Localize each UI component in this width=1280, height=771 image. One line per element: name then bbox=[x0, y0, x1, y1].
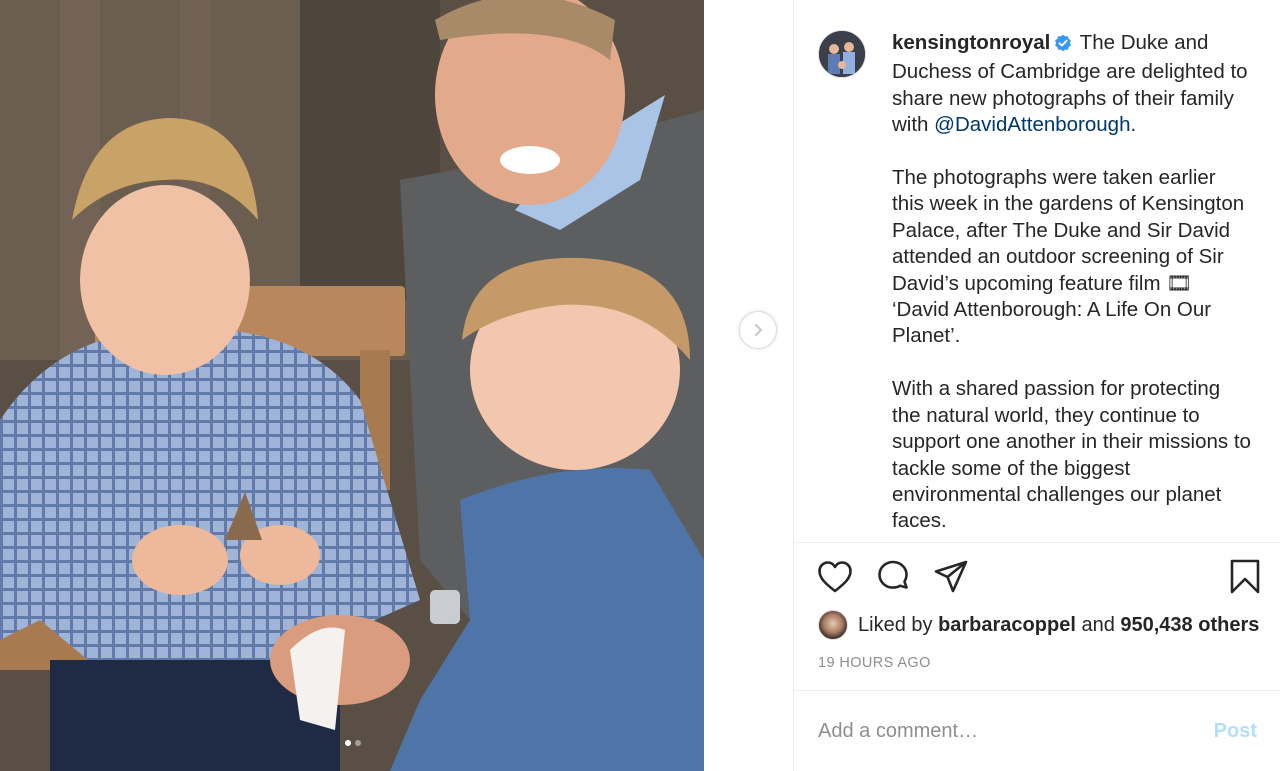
caption-paragraph-3: With a shared passion for protecting the… bbox=[892, 377, 1257, 533]
photo-illustration bbox=[0, 0, 704, 771]
avatar-image bbox=[819, 31, 865, 77]
likes-count[interactable]: 950,438 others bbox=[1120, 614, 1259, 637]
caption-username[interactable]: kensingtonroyal bbox=[892, 31, 1050, 54]
post-photo[interactable] bbox=[0, 0, 704, 771]
carousel-dot bbox=[355, 740, 361, 746]
caption-scroll-area[interactable]: kensingtonroyal The Duke and Duchess of … bbox=[794, 0, 1280, 542]
carousel-dot-active bbox=[345, 740, 351, 746]
author-avatar[interactable] bbox=[818, 30, 866, 78]
likes-prefix: Liked by bbox=[858, 613, 939, 636]
post-comment-button[interactable]: Post bbox=[1214, 720, 1257, 743]
comment-button[interactable] bbox=[874, 558, 912, 596]
photo-gutter bbox=[704, 0, 793, 771]
likes-summary: Liked by barbaracoppel and 950,438 other… bbox=[818, 609, 1259, 641]
comment-bubble-icon bbox=[878, 560, 908, 589]
caption-mention-link[interactable]: @DavidAttenborough bbox=[934, 113, 1130, 136]
caption-paragraph-2: The photographs were taken earlier this … bbox=[892, 166, 1250, 348]
post-caption: kensingtonroyal The Duke and Duchess of … bbox=[892, 30, 1252, 535]
chevron-right-icon bbox=[755, 324, 762, 336]
save-button[interactable] bbox=[1226, 558, 1264, 596]
post-timestamp[interactable]: 19 HOURS AGO bbox=[818, 655, 931, 671]
post-side-panel: kensingtonroyal The Duke and Duchess of … bbox=[793, 0, 1280, 771]
comment-form: Post bbox=[794, 690, 1280, 771]
bookmark-icon bbox=[1230, 559, 1260, 594]
comment-input[interactable] bbox=[818, 719, 1214, 743]
next-slide-button[interactable] bbox=[739, 311, 777, 349]
likes-middle: and bbox=[1075, 613, 1121, 636]
heart-icon bbox=[818, 561, 852, 593]
verified-badge-icon bbox=[1054, 33, 1072, 59]
liker-username[interactable]: barbaracoppel bbox=[938, 614, 1076, 637]
caption-punctuation: . bbox=[1130, 113, 1137, 137]
liker-avatar[interactable] bbox=[818, 610, 848, 640]
post-actions bbox=[794, 556, 1280, 600]
carousel-indicators bbox=[345, 740, 361, 746]
caption-divider bbox=[794, 542, 1280, 543]
like-button[interactable] bbox=[816, 558, 854, 596]
paper-plane-icon bbox=[934, 560, 968, 593]
share-button[interactable] bbox=[932, 558, 970, 596]
